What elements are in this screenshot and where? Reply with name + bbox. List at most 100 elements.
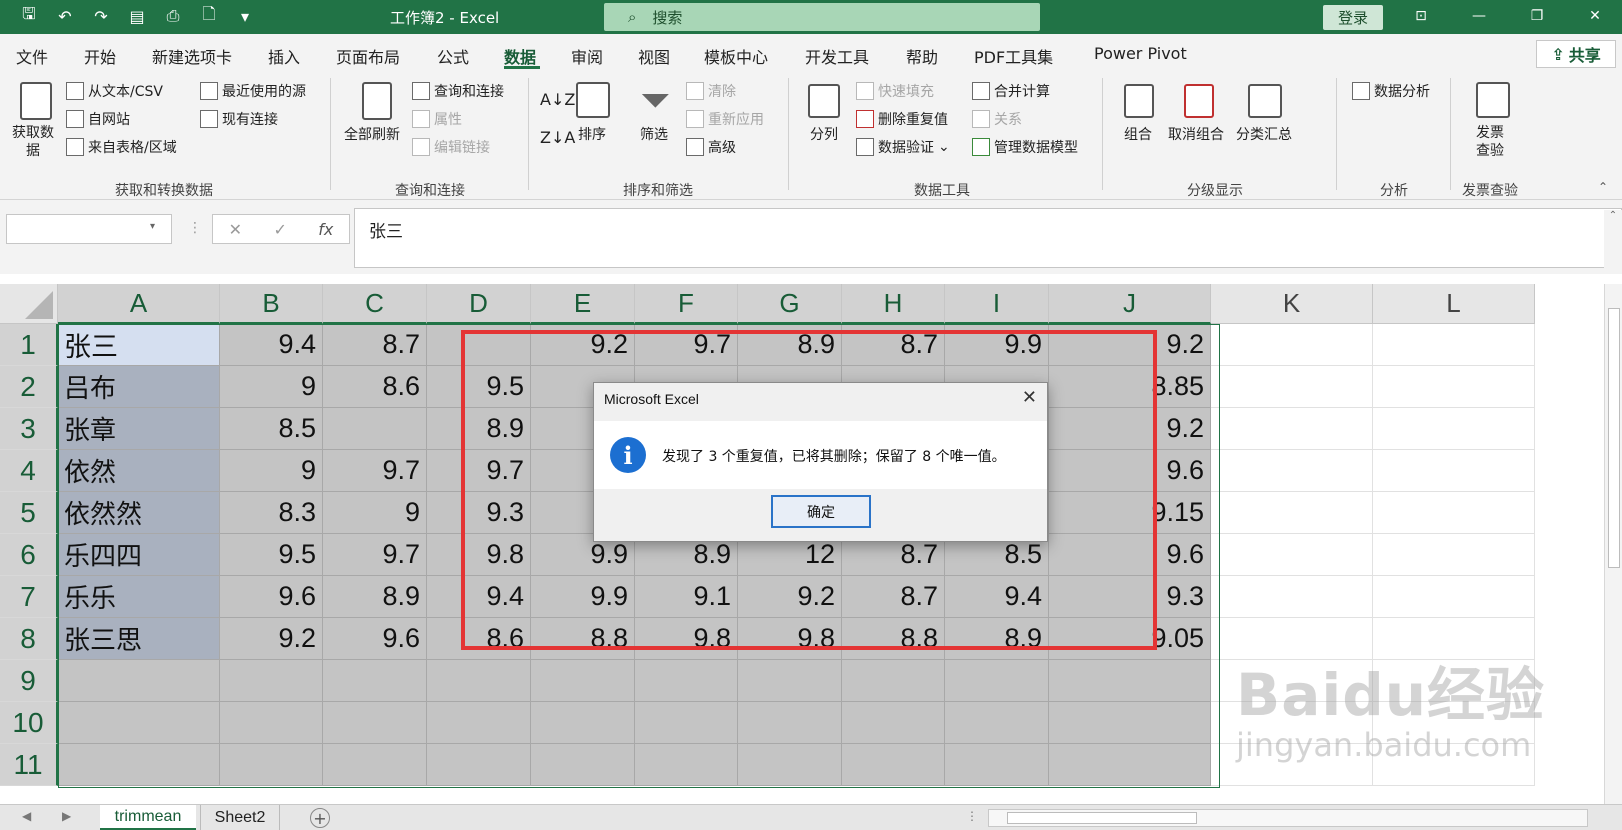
existing-connections-button[interactable]: 现有连接: [200, 109, 278, 129]
prev-sheet-icon[interactable]: ◀: [22, 809, 31, 823]
ungroup-button[interactable]: 取消组合: [1168, 124, 1224, 144]
tab-insert[interactable]: 插入: [268, 44, 300, 68]
column-header-f[interactable]: F: [635, 284, 738, 324]
formula-input[interactable]: 张三: [354, 208, 1622, 268]
customize-qat-icon[interactable]: ▾: [234, 5, 256, 27]
restore-icon[interactable]: ❐: [1524, 5, 1550, 27]
row-header-9[interactable]: 9: [0, 660, 58, 702]
text-to-columns-button[interactable]: 分列: [810, 124, 838, 144]
cell-c1[interactable]: 8.7: [323, 324, 427, 366]
cell-j10[interactable]: [1049, 702, 1211, 744]
cell-e11[interactable]: [531, 744, 635, 786]
column-header-i[interactable]: I: [945, 284, 1049, 324]
invoice-check-button[interactable]: 发票 查验: [1476, 124, 1504, 160]
clear-button[interactable]: 清除: [686, 81, 736, 101]
cell-j9[interactable]: [1049, 660, 1211, 702]
relationships-button[interactable]: 关系: [972, 109, 1022, 129]
cell-b5[interactable]: 8.3: [220, 492, 323, 534]
from-table-button[interactable]: 来自表格/区域: [66, 137, 177, 157]
cell-l2[interactable]: [1373, 366, 1535, 408]
cell-e1[interactable]: 9.2: [531, 324, 635, 366]
cell-d11[interactable]: [427, 744, 531, 786]
row-header-7[interactable]: 7: [0, 576, 58, 618]
cell-c2[interactable]: 8.6: [323, 366, 427, 408]
cell-a6[interactable]: 乐四四: [58, 534, 220, 576]
cell-c5[interactable]: 9: [323, 492, 427, 534]
cell-l11[interactable]: [1373, 744, 1535, 786]
cell-j1[interactable]: 9.2: [1049, 324, 1211, 366]
horizontal-scroll-thumb[interactable]: [1007, 812, 1197, 824]
cell-j7[interactable]: 9.3: [1049, 576, 1211, 618]
close-window-icon[interactable]: ✕: [1582, 5, 1608, 27]
cell-b9[interactable]: [220, 660, 323, 702]
cell-a1[interactable]: 张三: [58, 324, 220, 366]
vertical-scrollbar[interactable]: [1604, 284, 1622, 804]
cell-f7[interactable]: 9.1: [635, 576, 738, 618]
tab-template-center[interactable]: 模板中心: [704, 44, 768, 68]
cell-h1[interactable]: 8.7: [842, 324, 945, 366]
remove-duplicates-button[interactable]: 删除重复值: [856, 109, 948, 129]
flash-fill-button[interactable]: 快速填充: [856, 81, 934, 101]
sheet-tab-trimmean[interactable]: trimmean: [100, 805, 196, 830]
cell-k1[interactable]: [1211, 324, 1373, 366]
redo-icon[interactable]: ↷: [90, 5, 112, 27]
tab-help[interactable]: 帮助: [906, 44, 938, 68]
column-header-j[interactable]: J: [1049, 284, 1211, 324]
save-icon[interactable]: 🖫: [18, 4, 40, 27]
cell-j8[interactable]: 9.05: [1049, 618, 1211, 660]
row-header-10[interactable]: 10: [0, 702, 58, 744]
cell-h11[interactable]: [842, 744, 945, 786]
cell-d8[interactable]: 8.6: [427, 618, 531, 660]
cell-d7[interactable]: 9.4: [427, 576, 531, 618]
tab-review[interactable]: 审阅: [571, 44, 603, 68]
cell-j5[interactable]: 9.15: [1049, 492, 1211, 534]
cell-d3[interactable]: 8.9: [427, 408, 531, 450]
column-header-h[interactable]: H: [842, 284, 945, 324]
cell-b2[interactable]: 9: [220, 366, 323, 408]
cell-f1[interactable]: 9.7: [635, 324, 738, 366]
subtotal-button[interactable]: 分类汇总: [1236, 124, 1292, 144]
cell-d2[interactable]: 9.5: [427, 366, 531, 408]
cell-e8[interactable]: 8.8: [531, 618, 635, 660]
row-header-2[interactable]: 2: [0, 366, 58, 408]
cell-j6[interactable]: 9.6: [1049, 534, 1211, 576]
row-header-5[interactable]: 5: [0, 492, 58, 534]
search-box[interactable]: ⌕ 搜索: [604, 3, 1040, 31]
insert-function-icon[interactable]: fx: [318, 220, 333, 239]
select-all-corner[interactable]: [0, 284, 58, 324]
ribbon-display-icon[interactable]: ⊡: [1408, 5, 1434, 27]
tab-power-pivot[interactable]: Power Pivot: [1094, 44, 1187, 63]
column-header-c[interactable]: C: [323, 284, 427, 324]
cell-a2[interactable]: 吕布: [58, 366, 220, 408]
cell-i8[interactable]: 8.9: [945, 618, 1049, 660]
cell-b6[interactable]: 9.5: [220, 534, 323, 576]
cell-c9[interactable]: [323, 660, 427, 702]
cell-c4[interactable]: 9.7: [323, 450, 427, 492]
cell-j4[interactable]: 9.6: [1049, 450, 1211, 492]
cell-g9[interactable]: [738, 660, 842, 702]
cell-l8[interactable]: [1373, 618, 1535, 660]
cell-a3[interactable]: 张章: [58, 408, 220, 450]
column-header-l[interactable]: L: [1373, 284, 1535, 324]
recent-sources-button[interactable]: 最近使用的源: [200, 81, 306, 101]
column-header-a[interactable]: A: [58, 284, 220, 324]
data-analysis-button[interactable]: 数据分析: [1352, 81, 1430, 101]
column-header-k[interactable]: K: [1211, 284, 1373, 324]
from-web-button[interactable]: 自网站: [66, 109, 130, 129]
cell-b4[interactable]: 9: [220, 450, 323, 492]
minimize-icon[interactable]: —: [1466, 5, 1492, 27]
file-icon[interactable]: 🗋: [198, 4, 220, 27]
tab-view[interactable]: 视图: [638, 44, 670, 68]
cell-a11[interactable]: [58, 744, 220, 786]
cell-d9[interactable]: [427, 660, 531, 702]
cell-l9[interactable]: [1373, 660, 1535, 702]
cell-c7[interactable]: 8.9: [323, 576, 427, 618]
cell-k2[interactable]: [1211, 366, 1373, 408]
name-box-dropdown-icon[interactable]: ▾: [150, 221, 155, 232]
cell-i11[interactable]: [945, 744, 1049, 786]
row-header-4[interactable]: 4: [0, 450, 58, 492]
cell-b3[interactable]: 8.5: [220, 408, 323, 450]
cell-k5[interactable]: [1211, 492, 1373, 534]
manage-data-model-button[interactable]: 管理数据模型: [972, 137, 1078, 157]
cell-k9[interactable]: [1211, 660, 1373, 702]
